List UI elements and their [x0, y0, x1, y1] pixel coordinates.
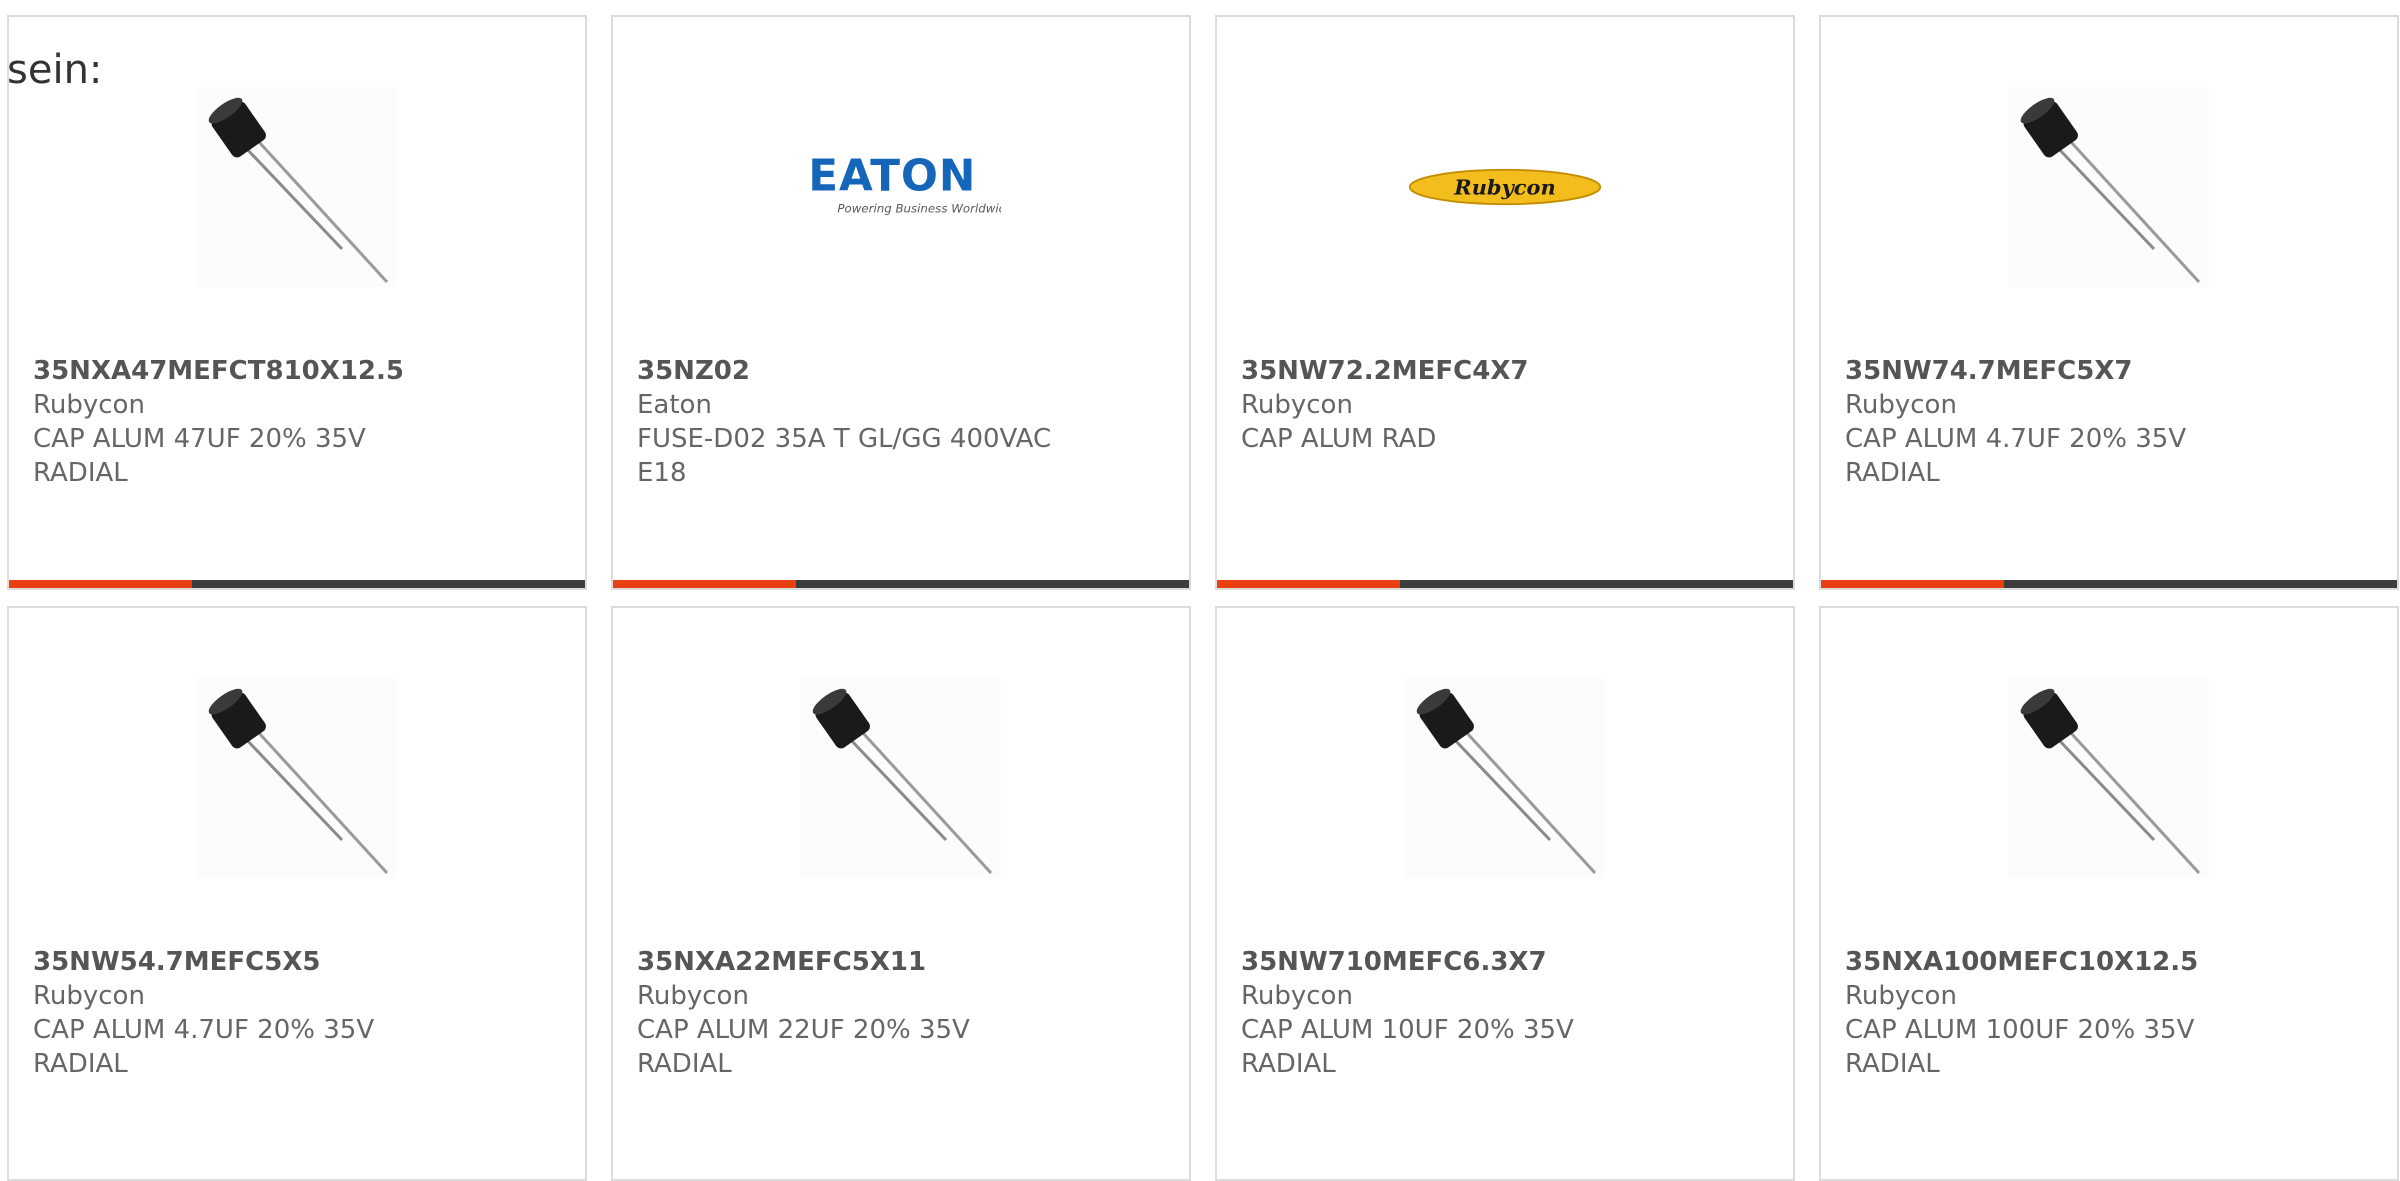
card-accent	[9, 580, 192, 588]
description: FUSE-D02 35A T GL/GG 400VAC E18	[637, 424, 1052, 488]
capacitor-icon	[1416, 688, 1597, 875]
description: CAP ALUM RAD	[1241, 424, 1437, 454]
part-number[interactable]: 35NZ02	[637, 354, 1057, 388]
product-info: 35NW710MEFC6.3X7 Rubycon CAP ALUM 10UF 2…	[1241, 945, 1661, 1081]
card-bottom-bar	[613, 580, 1189, 588]
manufacturer: Rubycon	[1845, 981, 1957, 1011]
product-card[interactable]: 35NW710MEFC6.3X7 Rubycon CAP ALUM 10UF 2…	[1215, 606, 1795, 1181]
product-info: 35NW72.2MEFC4X7 Rubycon CAP ALUM RAD	[1241, 354, 1661, 456]
capacitor-icon	[208, 688, 389, 875]
product-image[interactable]: Rubycon	[1405, 87, 1605, 287]
product-card[interactable]: 35NW74.7MEFC5X7 Rubycon CAP ALUM 4.7UF 2…	[1819, 15, 2399, 590]
product-image[interactable]: EATON Powering Business Worldwide	[801, 87, 1001, 287]
capacitor-icon	[208, 97, 389, 284]
manufacturer: Rubycon	[637, 981, 749, 1011]
description: CAP ALUM 4.7UF 20% 35V RADIAL	[33, 1015, 375, 1079]
product-image[interactable]	[2009, 678, 2209, 878]
product-info: 35NW74.7MEFC5X7 Rubycon CAP ALUM 4.7UF 2…	[1845, 354, 2265, 490]
manufacturer: Rubycon	[33, 390, 145, 420]
description: CAP ALUM 47UF 20% 35V RADIAL	[33, 424, 366, 488]
manufacturer: Rubycon	[1241, 981, 1353, 1011]
product-card[interactable]: 35NXA100MEFC10X12.5 Rubycon CAP ALUM 100…	[1819, 606, 2399, 1181]
product-info: 35NW54.7MEFC5X5 Rubycon CAP ALUM 4.7UF 2…	[33, 945, 453, 1081]
part-number[interactable]: 35NW710MEFC6.3X7	[1241, 945, 1661, 979]
capacitor-icon	[812, 688, 993, 875]
section-heading: sein:	[7, 47, 103, 93]
rubycon-logo-icon: Rubycon	[1408, 168, 1602, 206]
card-accent	[1821, 580, 2004, 588]
manufacturer: Rubycon	[33, 981, 145, 1011]
product-image[interactable]	[197, 87, 397, 287]
capacitor-icon	[2020, 688, 2201, 875]
product-image[interactable]	[1405, 678, 1605, 878]
manufacturer: Rubycon	[1241, 390, 1353, 420]
card-accent	[613, 580, 796, 588]
part-number[interactable]: 35NW54.7MEFC5X5	[33, 945, 453, 979]
product-card[interactable]: 35NXA47MEFCT810X12.5 Rubycon CAP ALUM 47…	[7, 15, 587, 590]
product-grid: 35NXA47MEFCT810X12.5 Rubycon CAP ALUM 47…	[7, 15, 2399, 1181]
manufacturer: Eaton	[637, 390, 712, 420]
part-number[interactable]: 35NXA100MEFC10X12.5	[1845, 945, 2265, 979]
logo-text: EATON	[808, 152, 976, 202]
part-number[interactable]: 35NXA22MEFC5X11	[637, 945, 1057, 979]
card-bottom-bar	[9, 580, 585, 588]
product-info: 35NZ02 Eaton FUSE-D02 35A T GL/GG 400VAC…	[637, 354, 1057, 490]
logo-tagline: Powering Business Worldwide	[837, 201, 1001, 215]
description: CAP ALUM 100UF 20% 35V RADIAL	[1845, 1015, 2195, 1079]
product-image[interactable]	[197, 678, 397, 878]
part-number[interactable]: 35NW74.7MEFC5X7	[1845, 354, 2265, 388]
product-card[interactable]: 35NW54.7MEFC5X5 Rubycon CAP ALUM 4.7UF 2…	[7, 606, 587, 1181]
product-card[interactable]: EATON Powering Business Worldwide 35NZ02…	[611, 15, 1191, 590]
product-info: 35NXA100MEFC10X12.5 Rubycon CAP ALUM 100…	[1845, 945, 2265, 1081]
product-card[interactable]: 35NXA22MEFC5X11 Rubycon CAP ALUM 22UF 20…	[611, 606, 1191, 1181]
product-card[interactable]: Rubycon 35NW72.2MEFC4X7 Rubycon CAP ALUM…	[1215, 15, 1795, 590]
product-image[interactable]	[2009, 87, 2209, 287]
description: CAP ALUM 10UF 20% 35V RADIAL	[1241, 1015, 1574, 1079]
card-accent	[1217, 580, 1400, 588]
product-image[interactable]	[801, 678, 1001, 878]
part-number[interactable]: 35NW72.2MEFC4X7	[1241, 354, 1661, 388]
product-info: 35NXA47MEFCT810X12.5 Rubycon CAP ALUM 47…	[33, 354, 453, 490]
logo-text: Rubycon	[1453, 175, 1555, 200]
description: CAP ALUM 22UF 20% 35V RADIAL	[637, 1015, 970, 1079]
product-info: 35NXA22MEFC5X11 Rubycon CAP ALUM 22UF 20…	[637, 945, 1057, 1081]
capacitor-icon	[2020, 97, 2201, 284]
card-bottom-bar	[1217, 580, 1793, 588]
part-number[interactable]: 35NXA47MEFCT810X12.5	[33, 354, 453, 388]
card-bottom-bar	[1821, 580, 2397, 588]
description: CAP ALUM 4.7UF 20% 35V RADIAL	[1845, 424, 2187, 488]
eaton-logo-icon: EATON Powering Business Worldwide	[808, 152, 1001, 216]
manufacturer: Rubycon	[1845, 390, 1957, 420]
